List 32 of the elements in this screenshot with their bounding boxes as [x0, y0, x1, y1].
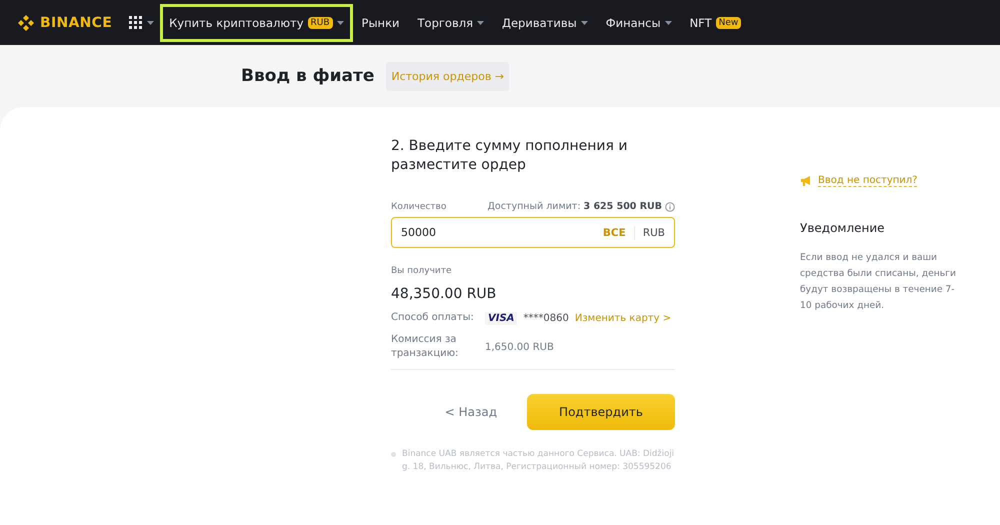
nav-item[interactable]: Финансы	[596, 4, 681, 42]
megaphone-icon	[800, 176, 812, 186]
receive-amount: 48,350.00 RUB	[391, 286, 498, 302]
nav-item[interactable]: Рынки	[352, 4, 409, 42]
limit-label: Доступный лимит:	[487, 201, 581, 212]
nav-item[interactable]: Торговля	[408, 4, 493, 42]
footnote: Binance UAB является частью данного Сервиса. UAB: Didžioji g. 18, Вильнюс, Литва, Регистрационный номер: 305595206	[402, 448, 675, 474]
step-title: 2. Введите сумму пополнения и разместите ордер	[391, 137, 628, 175]
caret-icon	[147, 20, 154, 24]
card-brand-logo: VISA	[485, 312, 518, 324]
limit-value: 3 625 500 RUB	[584, 201, 662, 212]
page-title: Ввод в фиате	[241, 66, 374, 86]
currency-label: RUB	[642, 226, 665, 238]
logo-text[interactable]: BINANCE	[40, 14, 112, 30]
info-icon[interactable]	[665, 202, 675, 212]
payment-label: Способ оплаты:	[391, 311, 475, 325]
nav-item[interactable]: Деривативы	[493, 4, 597, 42]
amount-input-field[interactable]: 50000 ВСЕ RUB	[391, 217, 675, 248]
bullet-icon	[391, 452, 396, 457]
fee-value: 1,650.00 RUB	[485, 342, 554, 352]
back-button[interactable]: < Назад	[444, 405, 497, 419]
logo-icon	[16, 12, 36, 32]
receive-label: Вы получите	[391, 266, 453, 276]
fee-label: Комиссия за транзакцию:	[391, 333, 460, 361]
card-number: ****0860	[523, 312, 569, 324]
notice-text: Если ввод не удался и ваши средства были списаны, деньги будут возвращены в течение 7-10 рабочих дней.	[800, 251, 957, 313]
notice-title: Уведомление	[800, 221, 886, 235]
apps-grid-icon[interactable]	[129, 16, 142, 29]
confirm-button[interactable]: Подтвердить	[527, 394, 675, 430]
nav-item[interactable]: NFT New	[680, 4, 750, 42]
field-label: Количество	[391, 202, 446, 212]
nav-item[interactable]: Купить криптовалюту RUB	[160, 4, 353, 42]
